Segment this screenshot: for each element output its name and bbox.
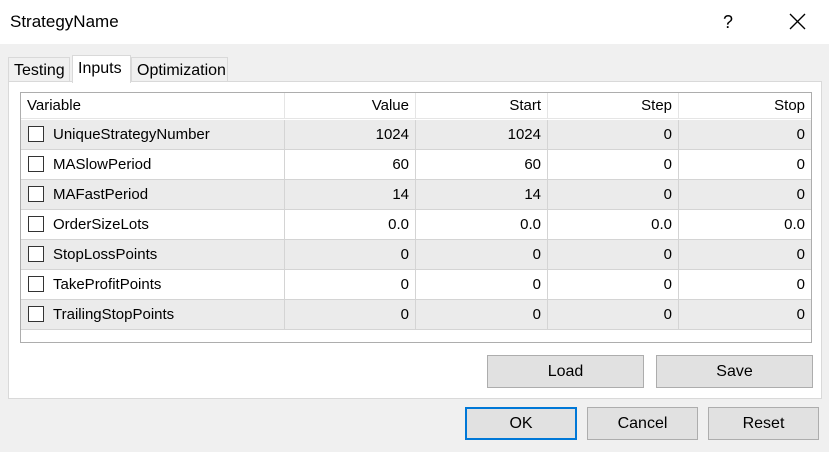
table-row[interactable]: MASlowPeriod 60 60 0 0 [21, 150, 811, 180]
tab-optimization[interactable]: Optimization [131, 57, 228, 82]
reset-button[interactable]: Reset [708, 407, 819, 440]
row-checkbox[interactable] [28, 276, 44, 292]
stop-cell[interactable]: 0 [679, 270, 811, 299]
stop-cell[interactable]: 0 [679, 300, 811, 329]
stop-cell[interactable]: 0 [679, 120, 811, 149]
stop-cell[interactable]: 0.0 [679, 210, 811, 239]
step-cell[interactable]: 0 [548, 240, 679, 269]
start-cell[interactable]: 1024 [416, 120, 548, 149]
start-cell[interactable]: 0 [416, 270, 548, 299]
variable-name: MASlowPeriod [53, 156, 152, 173]
table-row[interactable]: StopLossPoints 0 0 0 0 [21, 240, 811, 270]
cancel-button[interactable]: Cancel [587, 407, 698, 440]
column-header-stop[interactable]: Stop [679, 93, 811, 119]
variable-cell: TakeProfitPoints [21, 270, 285, 299]
tab-inputs[interactable]: Inputs [72, 55, 131, 83]
value-cell[interactable]: 0 [285, 270, 416, 299]
table-row[interactable]: MAFastPeriod 14 14 0 0 [21, 180, 811, 210]
variable-name: UniqueStrategyNumber [53, 126, 210, 143]
load-button[interactable]: Load [487, 355, 644, 388]
value-cell[interactable]: 1024 [285, 120, 416, 149]
table-row[interactable]: TrailingStopPoints 0 0 0 0 [21, 300, 811, 330]
step-cell[interactable]: 0 [548, 180, 679, 209]
start-cell[interactable]: 0.0 [416, 210, 548, 239]
row-checkbox[interactable] [28, 126, 44, 142]
value-cell[interactable]: 0.0 [285, 210, 416, 239]
variable-cell: OrderSizeLots [21, 210, 285, 239]
start-cell[interactable]: 0 [416, 240, 548, 269]
start-cell[interactable]: 0 [416, 300, 548, 329]
step-cell[interactable]: 0 [548, 300, 679, 329]
grid-header: Variable Value Start Step Stop [21, 93, 811, 119]
table-row[interactable]: TakeProfitPoints 0 0 0 0 [21, 270, 811, 300]
row-checkbox[interactable] [28, 306, 44, 322]
start-cell[interactable]: 14 [416, 180, 548, 209]
step-cell[interactable]: 0.0 [548, 210, 679, 239]
variable-name: OrderSizeLots [53, 216, 149, 233]
step-cell[interactable]: 0 [548, 270, 679, 299]
column-header-start[interactable]: Start [416, 93, 548, 119]
close-button[interactable] [782, 8, 812, 36]
ok-button[interactable]: OK [465, 407, 577, 440]
tab-testing[interactable]: Testing [8, 57, 70, 82]
stop-cell[interactable]: 0 [679, 180, 811, 209]
value-cell[interactable]: 0 [285, 240, 416, 269]
variable-cell: MAFastPeriod [21, 180, 285, 209]
variable-name: MAFastPeriod [53, 186, 149, 203]
step-cell[interactable]: 0 [548, 120, 679, 149]
variable-cell: TrailingStopPoints [21, 300, 285, 329]
column-header-step[interactable]: Step [548, 93, 679, 119]
title-bar: StrategyName ? [0, 0, 829, 44]
variable-cell: StopLossPoints [21, 240, 285, 269]
row-checkbox[interactable] [28, 186, 44, 202]
help-button[interactable]: ? [714, 8, 742, 36]
row-checkbox[interactable] [28, 246, 44, 262]
table-row[interactable]: OrderSizeLots 0.0 0.0 0.0 0.0 [21, 210, 811, 240]
column-header-value[interactable]: Value [285, 93, 416, 119]
stop-cell[interactable]: 0 [679, 240, 811, 269]
variable-cell: UniqueStrategyNumber [21, 120, 285, 149]
step-cell[interactable]: 0 [548, 150, 679, 179]
window-title: StrategyName [10, 12, 119, 31]
variable-name: TrailingStopPoints [53, 306, 175, 323]
variable-name: TakeProfitPoints [53, 276, 162, 293]
stop-cell[interactable]: 0 [679, 150, 811, 179]
row-checkbox[interactable] [28, 216, 44, 232]
column-header-variable[interactable]: Variable [21, 93, 285, 119]
variable-name: StopLossPoints [53, 246, 158, 263]
value-cell[interactable]: 0 [285, 300, 416, 329]
save-button[interactable]: Save [656, 355, 813, 388]
start-cell[interactable]: 60 [416, 150, 548, 179]
value-cell[interactable]: 60 [285, 150, 416, 179]
table-row[interactable]: UniqueStrategyNumber 1024 1024 0 0 [21, 120, 811, 150]
close-icon [789, 13, 806, 30]
row-checkbox[interactable] [28, 156, 44, 172]
inputs-grid: Variable Value Start Step Stop UniqueStr… [20, 92, 812, 343]
value-cell[interactable]: 14 [285, 180, 416, 209]
inputs-panel: Variable Value Start Step Stop UniqueStr… [8, 81, 822, 399]
variable-cell: MASlowPeriod [21, 150, 285, 179]
